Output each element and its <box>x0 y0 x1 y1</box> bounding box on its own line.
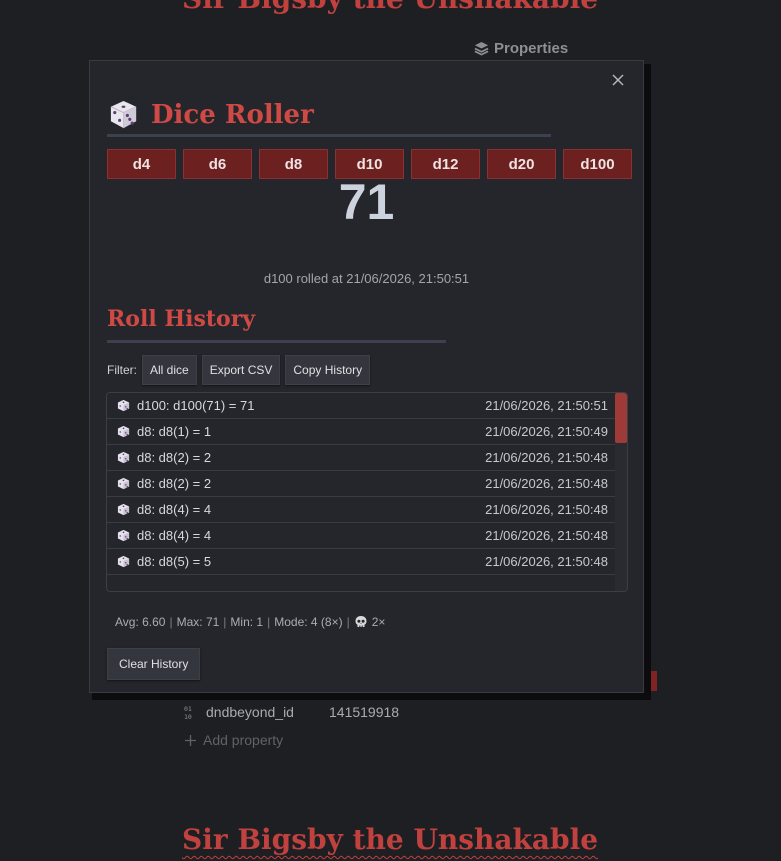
history-scrollbar[interactable] <box>615 393 627 591</box>
history-entry-text: d8: d8(4) = 4 <box>137 502 212 517</box>
history-entry-text: d8: d8(4) = 4 <box>137 528 212 543</box>
dice-roller-modal: Dice Roller d4 d6 d8 d10 d12 d20 d100 71… <box>89 60 644 693</box>
stat-separator: | <box>169 615 173 629</box>
obsidian-note-page: Sir Bigsby the Unshakable Properties 01 … <box>0 0 781 861</box>
history-toolbar: Filter: All dice Export CSV Copy History <box>107 355 371 385</box>
dice-icon <box>117 451 130 464</box>
history-row: d100: d100(71) = 71 21/06/2026, 21:50:51 <box>107 393 615 419</box>
dice-icon <box>117 477 130 490</box>
stat-separator: | <box>223 615 227 629</box>
number-icon: 01 10 <box>184 705 192 720</box>
history-entry: d8: d8(5) = 5 <box>117 554 211 569</box>
history-entry-time: 21/06/2026, 21:50:48 <box>485 450 608 465</box>
modal-title: Dice Roller <box>151 99 314 130</box>
note-title-top: Sir Bigsby the Unshakable <box>182 0 598 15</box>
skull-icon <box>355 616 367 627</box>
stat-mode: Mode: 4 (8×) <box>274 615 343 629</box>
roll-result: 71 <box>338 174 395 230</box>
clear-history-button[interactable]: Clear History <box>107 648 201 680</box>
scrollbar-thumb[interactable] <box>615 393 627 443</box>
history-entry-text: d8: d8(5) = 5 <box>137 554 212 569</box>
add-property-button[interactable]: Add property <box>184 732 283 748</box>
svg-text:01: 01 <box>184 705 192 713</box>
history-entry-time: 21/06/2026, 21:50:48 <box>485 554 608 569</box>
property-value[interactable]: 141519918 <box>329 704 399 720</box>
history-row: d8: d8(5) = 5 21/06/2026, 21:50:48 <box>107 549 615 575</box>
history-entry-text: d8: d8(2) = 2 <box>137 450 212 465</box>
history-entry: d100: d100(71) = 71 <box>117 398 254 413</box>
roll-stats: Avg: 6.60 | Max: 71 | Min: 1 | Mode: 4 (… <box>115 615 385 629</box>
modal-header: Dice Roller <box>108 99 314 130</box>
close-button[interactable] <box>610 72 626 88</box>
dice-icon <box>110 100 137 129</box>
history-entry: d8: d8(2) = 2 <box>117 450 211 465</box>
history-row: d8: d8(2) = 2 21/06/2026, 21:50:48 <box>107 471 615 497</box>
stat-crit-fails: 2× <box>371 615 386 629</box>
history-entry-text: d8: d8(2) = 2 <box>137 476 212 491</box>
history-title: Roll History <box>107 306 256 332</box>
history-entry-time: 21/06/2026, 21:50:48 <box>485 528 608 543</box>
history-row: d8: d8(2) = 2 21/06/2026, 21:50:48 <box>107 445 615 471</box>
history-entry-text: d8: d8(1) = 1 <box>137 424 212 439</box>
rolled-at-text: d100 rolled at 21/06/2026, 21:50:51 <box>263 271 470 286</box>
history-entry-time: 21/06/2026, 21:50:49 <box>485 424 608 439</box>
dice-icon <box>117 555 130 568</box>
stat-max: Max: 71 <box>176 615 220 629</box>
history-row: d8: d8(1) = 1 21/06/2026, 21:50:49 <box>107 419 615 445</box>
title-divider <box>107 134 551 137</box>
dice-icon <box>117 529 130 542</box>
property-row[interactable]: 01 10 dndbeyond_id 141519918 <box>183 704 399 720</box>
stat-separator: | <box>267 615 271 629</box>
dice-icon <box>117 399 130 412</box>
filter-select[interactable]: All dice <box>142 355 197 385</box>
close-icon <box>612 74 624 86</box>
properties-label: Properties <box>494 40 569 57</box>
history-entry-text: d100: d100(71) = 71 <box>137 398 255 413</box>
stat-min: Min: 1 <box>230 615 264 629</box>
history-entry: d8: d8(4) = 4 <box>117 528 211 543</box>
history-entry: d8: d8(1) = 1 <box>117 424 211 439</box>
history-row: d8: d8(4) = 4 21/06/2026, 21:50:48 <box>107 523 615 549</box>
stat-separator: | <box>346 615 350 629</box>
stat-avg: Avg: 6.60 <box>115 615 166 629</box>
note-title-bottom: Sir Bigsby the Unshakable <box>182 823 599 856</box>
layers-icon <box>474 41 489 56</box>
filter-label: Filter: <box>107 363 137 377</box>
history-list[interactable]: d100: d100(71) = 71 21/06/2026, 21:50:51 d… <box>106 392 628 592</box>
dice-icon <box>117 503 130 516</box>
history-entry-time: 21/06/2026, 21:50:48 <box>485 502 608 517</box>
history-entry: d8: d8(4) = 4 <box>117 502 211 517</box>
history-divider <box>107 340 446 343</box>
export-csv-button[interactable]: Export CSV <box>201 355 281 385</box>
history-rows: d100: d100(71) = 71 21/06/2026, 21:50:51 d… <box>107 393 615 591</box>
history-entry-time: 21/06/2026, 21:50:51 <box>485 398 608 413</box>
plus-icon <box>185 734 196 746</box>
add-property-label: Add property <box>203 732 284 748</box>
history-entry: d8: d8(2) = 2 <box>117 476 211 491</box>
properties-header[interactable]: Properties <box>474 40 568 57</box>
svg-text:10: 10 <box>184 713 192 720</box>
property-key[interactable]: dndbeyond_id <box>206 704 329 720</box>
dice-icon <box>117 425 130 438</box>
copy-history-button[interactable]: Copy History <box>285 355 371 385</box>
history-entry-time: 21/06/2026, 21:50:48 <box>485 476 608 491</box>
history-row: d8: d8(4) = 4 21/06/2026, 21:50:48 <box>107 497 615 523</box>
